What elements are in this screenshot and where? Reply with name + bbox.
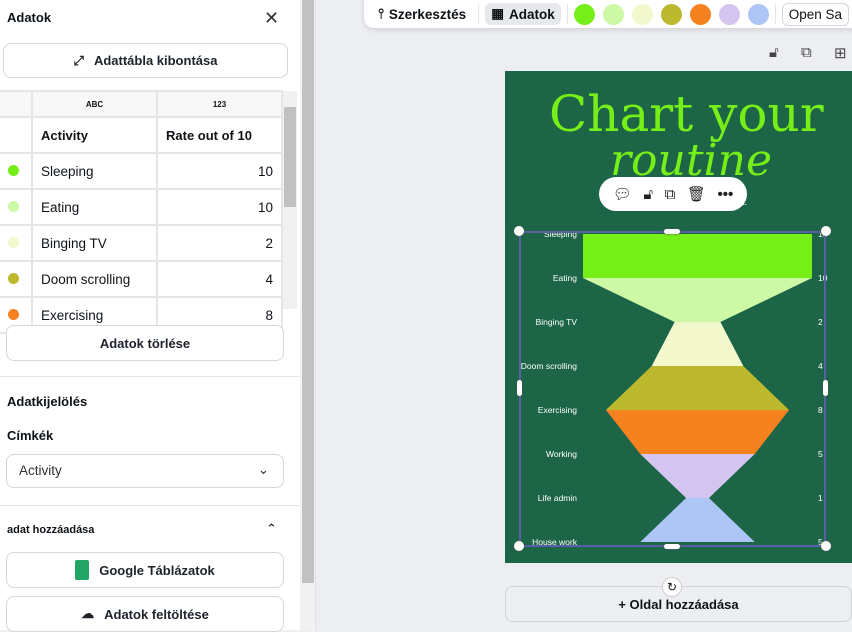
more-icon[interactable]: ••• <box>717 186 733 203</box>
label-cell[interactable]: Binging TV <box>31 224 158 262</box>
color-dot-icon <box>8 308 19 320</box>
edit-label: Szerkesztés <box>388 6 467 22</box>
google-sheets-label: Google Táblázatok <box>99 562 215 578</box>
value-cell[interactable]: 2 <box>156 224 283 262</box>
resize-handle[interactable] <box>821 541 831 551</box>
corner-cell <box>0 90 33 118</box>
row-color-marker[interactable] <box>0 224 33 262</box>
google-sheets-icon <box>75 560 90 580</box>
add-page-icon[interactable]: ⊞ <box>834 44 847 62</box>
row-color-marker[interactable] <box>0 188 33 226</box>
color-swatch[interactable] <box>660 3 682 25</box>
chart-toolbar: ⫯ Szerkesztés ▦ Adatok Open Sa <box>364 0 852 28</box>
color-swatch[interactable] <box>718 3 740 25</box>
header-cell[interactable]: Rate out of 10 <box>156 116 283 154</box>
value-cell[interactable]: 4 <box>156 260 283 298</box>
value-cell[interactable]: 10 <box>156 188 283 226</box>
label-cell[interactable]: Doom scrolling <box>31 260 158 298</box>
label-cell[interactable]: Eating <box>31 188 158 226</box>
selection-box[interactable] <box>519 231 826 547</box>
resize-handle[interactable] <box>514 226 524 236</box>
color-dot-icon <box>8 236 19 248</box>
resize-handle[interactable] <box>664 229 680 234</box>
row-marker <box>0 116 33 154</box>
color-dot-icon <box>8 164 19 176</box>
labels-select[interactable]: Activity ⌄ <box>6 454 284 488</box>
upload-label: Adatok feltöltése <box>104 606 209 622</box>
panel-title: Adatok <box>7 10 52 25</box>
resize-handle[interactable] <box>823 380 828 396</box>
value-cell[interactable]: 10 <box>156 152 283 190</box>
data-label: Adatok <box>508 6 555 22</box>
selection-heading: Adatkijelölés <box>7 394 88 409</box>
data-panel: Adatok ✕ ⤢ Adattábla kibontása ABC 123 Act… <box>0 0 300 632</box>
type-cell: 123 <box>156 90 283 118</box>
expand-table-button[interactable]: ⤢ Adattábla kibontása <box>3 43 288 78</box>
clear-data-button[interactable]: Adatok törlése <box>6 325 284 361</box>
labels-select-value: Activity <box>19 463 62 478</box>
chevron-up-icon[interactable]: ⌃ <box>266 521 277 537</box>
row-color-marker[interactable] <box>0 152 33 190</box>
chevron-down-icon: ⌄ <box>257 462 269 477</box>
color-dot-icon <box>8 272 19 284</box>
grid-icon: ▦ <box>491 6 504 21</box>
data-table: ABC 123 Activity Rate out of 10 Sleeping 10… <box>0 90 283 334</box>
resize-handle[interactable] <box>517 380 522 396</box>
expand-icon: ⤢ <box>73 52 84 68</box>
header-cell[interactable]: Activity <box>31 116 158 154</box>
close-icon[interactable]: ✕ <box>264 8 279 29</box>
duplicate-icon[interactable]: ⧉ <box>665 186 676 203</box>
color-swatch[interactable] <box>689 3 711 25</box>
comment-add-icon[interactable]: 💬︎ <box>613 185 632 203</box>
table-row: Doom scrolling 4 <box>0 260 283 298</box>
lock-icon[interactable]: 🔓︎ <box>769 44 779 61</box>
labels-heading: Címkék <box>7 428 54 443</box>
data-button[interactable]: ▦ Adatok <box>485 3 561 25</box>
chart-settings-icon: ⫯ <box>378 6 384 21</box>
rotate-icon[interactable]: ↻ <box>662 577 682 597</box>
color-swatch[interactable] <box>631 3 653 25</box>
resize-handle[interactable] <box>514 541 524 551</box>
duplicate-icon[interactable]: ⧉ <box>801 44 812 61</box>
cloud-upload-icon: ☁ <box>81 606 95 621</box>
color-swatch[interactable] <box>747 3 769 25</box>
trash-icon[interactable]: 🗑︎ <box>687 185 706 203</box>
table-row: Binging TV 2 <box>0 224 283 262</box>
resize-handle[interactable] <box>821 226 831 236</box>
edit-button[interactable]: ⫯ Szerkesztés <box>372 3 472 25</box>
color-dot-icon <box>8 200 19 212</box>
table-scrollbar[interactable] <box>283 91 297 309</box>
label-cell[interactable]: Sleeping <box>31 152 158 190</box>
upload-data-button[interactable]: ☁ Adatok feltöltése <box>6 596 284 632</box>
context-toolbar: 💬︎ 🔓︎ ⧉ 🗑︎ ••• <box>599 177 747 211</box>
lock-icon[interactable]: 🔓︎ <box>643 186 653 203</box>
table-row: Eating 10 <box>0 188 283 226</box>
expand-label: Adattábla kibontása <box>93 53 218 68</box>
row-color-marker[interactable] <box>0 260 33 298</box>
font-selector[interactable]: Open Sa <box>781 2 850 26</box>
resize-handle[interactable] <box>664 544 680 549</box>
panel-scrollbar[interactable] <box>300 0 316 630</box>
table-row: Sleeping 10 <box>0 152 283 190</box>
color-swatch[interactable] <box>573 3 595 25</box>
add-data-heading: adat hozzáadása <box>7 524 95 536</box>
color-swatch[interactable] <box>602 3 624 25</box>
type-cell: ABC <box>31 90 158 118</box>
google-sheets-button[interactable]: Google Táblázatok <box>6 552 284 588</box>
